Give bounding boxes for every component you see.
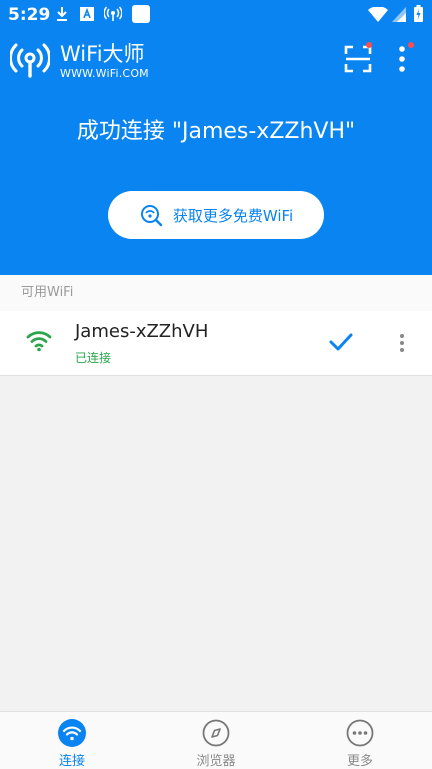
tab-more[interactable]: 更多 (288, 712, 432, 769)
hotspot-icon (104, 6, 122, 21)
wifi-connection-status: 已连接 (75, 351, 112, 365)
a-notification-icon (80, 7, 94, 21)
tab-browser-label: 浏览器 (196, 754, 236, 769)
app-bar: WiFi大师 WWW.WiFi.COM (0, 34, 432, 86)
connected-check-icon (329, 333, 353, 351)
wifi-item-more-button[interactable] (394, 331, 410, 357)
scan-badge (366, 42, 372, 48)
wifi-status-icon (368, 7, 388, 22)
app-notification-icon (132, 5, 150, 23)
bottom-navigation: 连接 浏览器 更多 (0, 711, 432, 769)
compass-icon (202, 719, 230, 747)
tab-browser[interactable]: 浏览器 (144, 712, 288, 769)
connection-headline: 成功连接 "James-xZZhVH" (76, 119, 356, 144)
available-wifi-header: 可用WiFi (0, 275, 432, 312)
tab-connect[interactable]: 连接 (0, 712, 144, 769)
app-url: WWW.WiFi.COM (60, 67, 149, 80)
get-more-wifi-label: 获取更多免费WiFi (172, 206, 294, 225)
download-icon (57, 7, 67, 21)
search-wifi-icon (140, 205, 163, 227)
status-time: 5:29 (8, 5, 51, 25)
menu-badge (408, 42, 414, 48)
wifi-icon (58, 719, 86, 747)
wifi-list-item[interactable]: James-xZZhVH 已连接 (0, 311, 432, 376)
status-bar: 5:29 (0, 0, 432, 30)
tab-connect-label: 连接 (58, 754, 85, 769)
wifi-master-logo-icon (10, 43, 50, 78)
get-more-wifi-button[interactable]: 获取更多免费WiFi (108, 191, 324, 239)
app-title: WiFi大师 (60, 42, 145, 66)
cell-signal-icon (392, 7, 406, 22)
wifi-ssid: James-xZZhVH (75, 321, 209, 342)
more-icon (346, 719, 374, 747)
battery-icon (414, 5, 423, 22)
wifi-signal-icon (26, 331, 52, 352)
tab-more-label: 更多 (346, 754, 373, 769)
